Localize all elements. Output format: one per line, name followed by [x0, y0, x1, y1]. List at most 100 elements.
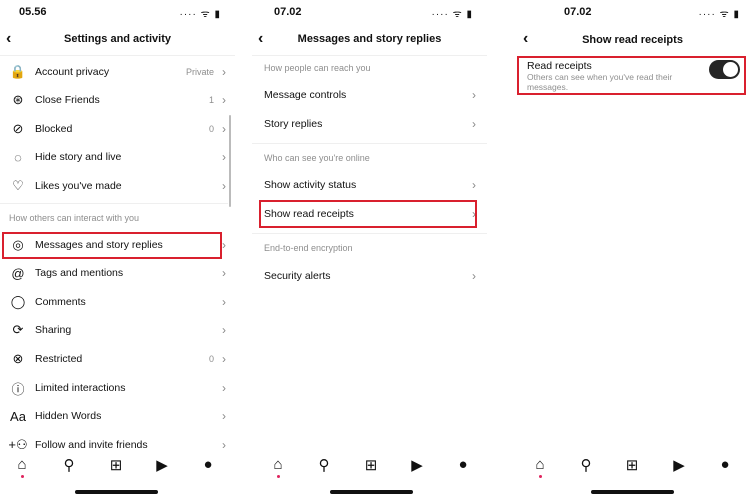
profile-icon: ●	[720, 456, 730, 473]
page-title: Show read receipts	[582, 34, 683, 46]
screen-1: 05.56 ···· ᯤ ▮ ‹ Settings and activity ⌂ ⚲ ⊞ ▶ ●…	[0, 0, 235, 500]
settings-row[interactable]: @ Tags and mentions ›	[8, 261, 226, 285]
limited-icon: ⓘ	[11, 381, 25, 397]
search-icon: ⚲	[580, 457, 592, 474]
chevron-right-icon: ›	[222, 323, 226, 337]
page-title: Messages and story replies	[297, 33, 442, 45]
nav-reels[interactable]: ▶	[669, 456, 689, 474]
chevron-right-icon: ›	[222, 295, 226, 309]
nav-profile[interactable]: ●	[453, 456, 473, 473]
home-indicator	[75, 490, 158, 494]
home-icon: ⌂	[535, 456, 545, 473]
settings-row[interactable]: 🔒 Account privacy Private ›	[8, 60, 226, 84]
home-indicator-dot	[539, 475, 542, 478]
status-time: 07.02	[274, 6, 302, 18]
nav-create[interactable]: ⊞	[361, 456, 381, 474]
row-value: 0	[208, 124, 214, 134]
nav-search[interactable]: ⚲	[576, 456, 596, 474]
highlight-box	[259, 200, 477, 228]
nav-create[interactable]: ⊞	[106, 456, 126, 474]
row-label: Hide story and live	[35, 151, 122, 163]
nav-reels[interactable]: ▶	[407, 456, 427, 474]
nav-profile[interactable]: ●	[198, 456, 218, 473]
profile-icon: ●	[203, 456, 213, 473]
settings-row[interactable]: Story replies ›	[264, 112, 476, 136]
home-indicator	[591, 490, 674, 494]
blocked-icon: ⊘	[12, 121, 24, 136]
row-label: Blocked	[35, 123, 73, 135]
row-label: Show activity status	[264, 179, 357, 191]
row-label: Likes you've made	[35, 180, 122, 192]
section-header: How others can interact with you	[9, 213, 140, 223]
header-divider	[0, 55, 235, 56]
nav-search[interactable]: ⚲	[59, 456, 79, 474]
heart-icon: ♡	[12, 178, 24, 193]
settings-row[interactable]: ⟳ Sharing ›	[8, 318, 226, 342]
row-label: Story replies	[264, 118, 323, 130]
nav-home[interactable]: ⌂	[530, 456, 550, 473]
chevron-right-icon: ›	[472, 117, 476, 131]
section-divider	[252, 143, 487, 144]
status-icons: ···· ᯤ ▮	[179, 9, 221, 20]
row-label: Restricted	[35, 353, 83, 365]
nav-home[interactable]: ⌂	[12, 456, 32, 473]
settings-row[interactable]: ⊘ Blocked 0 ›	[8, 117, 226, 141]
screen-3: 07.02 ···· ᯤ ▮ ‹ Show read receipts ⌂ ⚲ ⊞ ▶ ● Rea…	[515, 0, 750, 500]
setting-label: Read receipts	[527, 60, 592, 72]
row-label: Limited interactions	[35, 382, 126, 394]
row-label: Account privacy	[35, 66, 110, 78]
settings-row[interactable]: ⊛ Close Friends 1 ›	[8, 88, 226, 112]
settings-row[interactable]: Show activity status ›	[264, 173, 476, 197]
settings-row[interactable]: +⚇ Follow and invite friends ›	[8, 433, 226, 457]
chevron-right-icon: ›	[472, 88, 476, 102]
sharing-icon: ⟳	[12, 322, 24, 337]
settings-row[interactable]: ♡ Likes you've made ›	[8, 174, 226, 198]
read-receipts-toggle[interactable]	[709, 60, 740, 79]
page-title: Settings and activity	[64, 33, 171, 45]
settings-row[interactable]: ◯ Comments ›	[8, 290, 226, 314]
row-label: Follow and invite friends	[35, 439, 148, 451]
nav-profile[interactable]: ●	[715, 456, 735, 473]
chevron-right-icon: ›	[222, 438, 226, 452]
comment-icon: ◯	[10, 294, 26, 309]
row-value: Private	[185, 67, 214, 77]
row-label: Comments	[35, 296, 86, 308]
hide-story-icon: ◌	[14, 149, 22, 165]
settings-row[interactable]: ⊗ Restricted 0 ›	[8, 347, 226, 371]
home-indicator-dot	[21, 475, 24, 478]
create-icon: ⊞	[109, 457, 123, 474]
highlight-box	[2, 232, 222, 259]
chevron-right-icon: ›	[222, 179, 226, 193]
chevron-right-icon: ›	[222, 65, 226, 79]
nav-create[interactable]: ⊞	[622, 456, 642, 474]
create-icon: ⊞	[625, 457, 639, 474]
header-divider	[252, 55, 487, 56]
row-label: Tags and mentions	[35, 267, 124, 279]
row-label: Close Friends	[35, 94, 100, 106]
settings-row[interactable]: Message controls ›	[264, 83, 476, 107]
nav-search[interactable]: ⚲	[314, 456, 334, 474]
scrollbar[interactable]	[229, 115, 231, 207]
chevron-right-icon: ›	[222, 122, 226, 136]
reels-icon: ▶	[156, 457, 168, 474]
section-header: How people can reach you	[264, 63, 371, 73]
home-indicator	[330, 490, 413, 494]
settings-row[interactable]: Aa Hidden Words ›	[8, 404, 226, 428]
close-friends-icon: ⊛	[12, 92, 24, 107]
settings-row[interactable]: ⓘ Limited interactions ›	[8, 376, 226, 400]
row-label: Sharing	[35, 324, 72, 336]
chevron-right-icon: ›	[222, 238, 226, 252]
settings-row[interactable]: ◌ Hide story and live ›	[8, 145, 226, 169]
chevron-right-icon: ›	[222, 352, 226, 366]
status-time: 05.56	[19, 6, 47, 18]
nav-home[interactable]: ⌂	[268, 456, 288, 473]
section-divider	[0, 203, 228, 204]
search-icon: ⚲	[318, 457, 330, 474]
settings-row[interactable]: Security alerts ›	[264, 264, 476, 288]
restricted-icon: ⊗	[12, 351, 24, 366]
at-icon: @	[11, 265, 25, 281]
reels-icon: ▶	[673, 457, 685, 474]
chevron-right-icon: ›	[222, 93, 226, 107]
reels-icon: ▶	[411, 457, 423, 474]
nav-reels[interactable]: ▶	[152, 456, 172, 474]
